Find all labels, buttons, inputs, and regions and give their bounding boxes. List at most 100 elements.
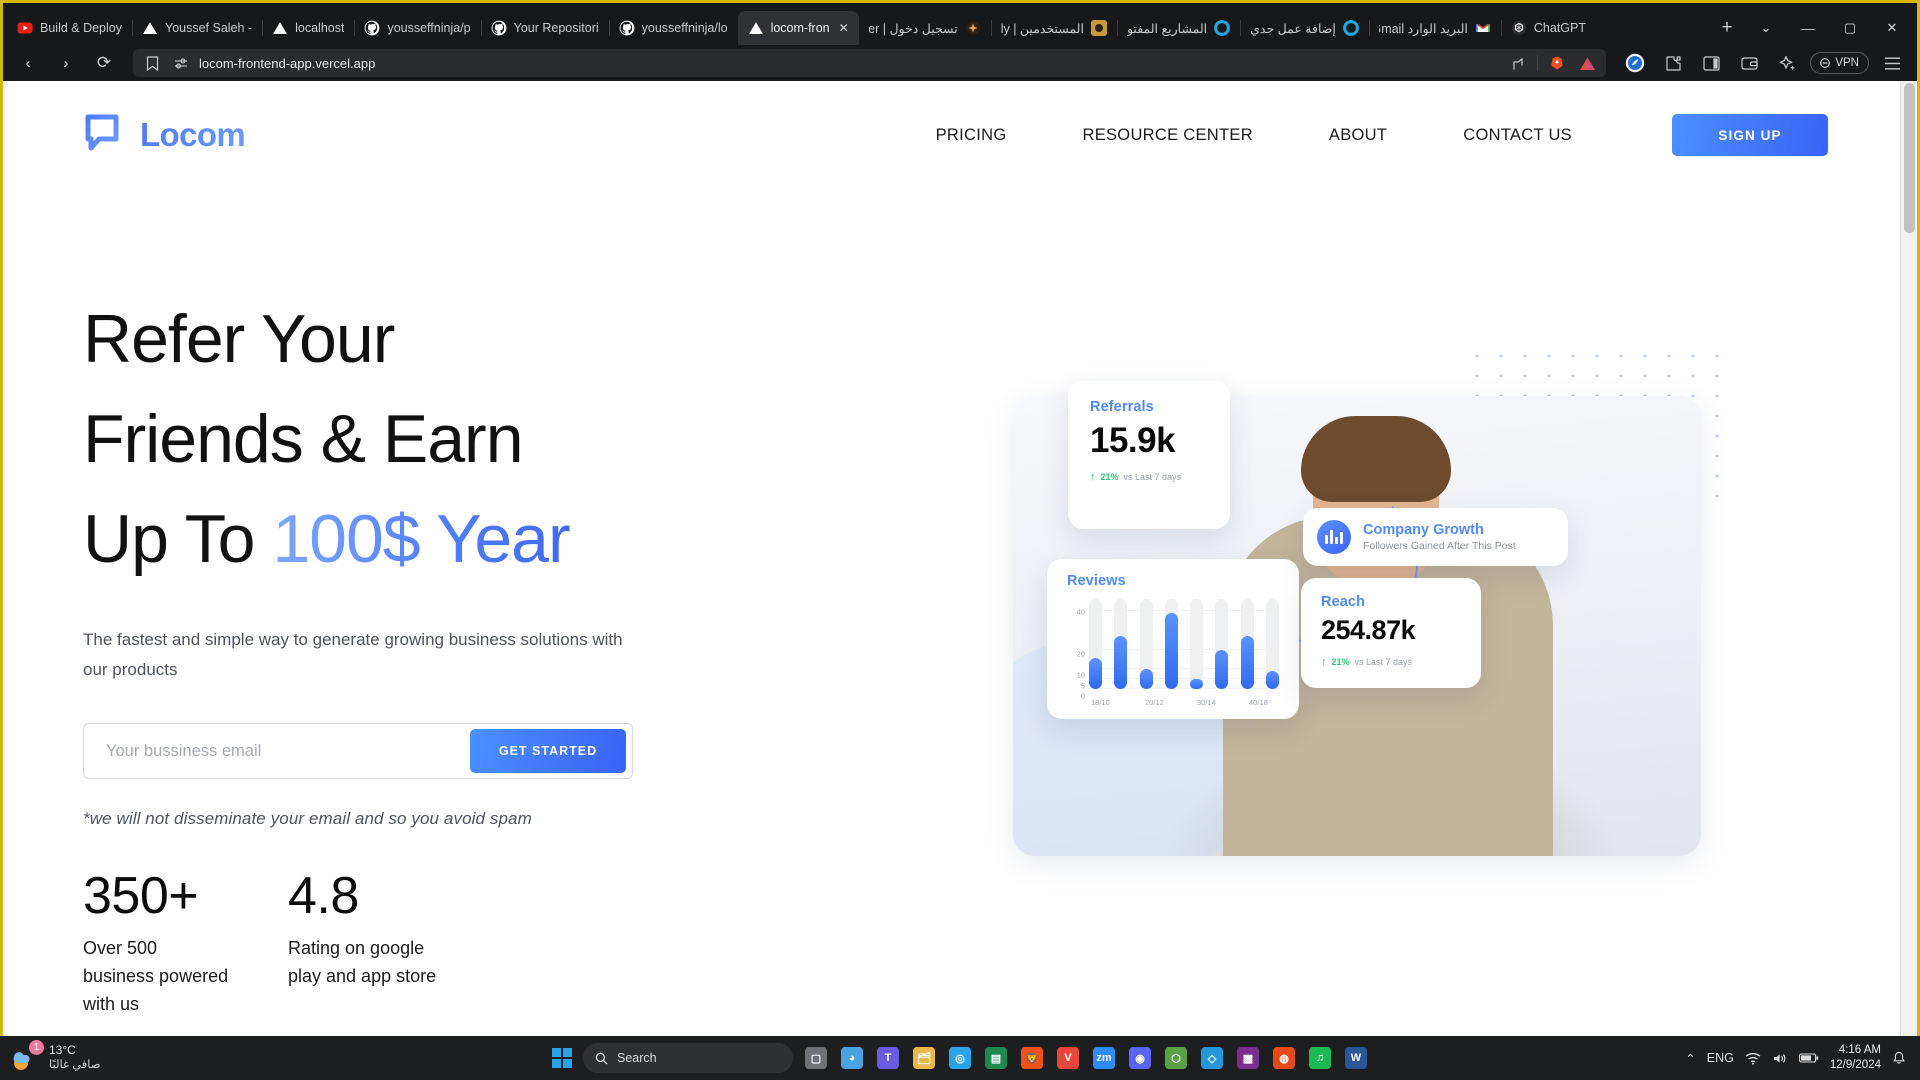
weather-condition: صافي غالبًا	[49, 1059, 101, 1071]
browser-tab[interactable]: البريد الوارد Gmail	[1368, 11, 1501, 45]
obs-icon[interactable]: ▩	[1231, 1041, 1265, 1075]
browser-tab[interactable]: Build & Deploy	[7, 11, 132, 45]
browser-tab[interactable]: Your Repositori	[480, 11, 609, 45]
teams-icon[interactable]: T	[871, 1041, 905, 1075]
close-tab-button[interactable]: ✕	[839, 21, 849, 35]
minimize-button[interactable]: —	[1787, 11, 1829, 45]
edge-copilot-icon[interactable]: ◕	[835, 1041, 869, 1075]
vercel-extension-icon[interactable]	[1576, 49, 1598, 77]
sign-up-button[interactable]: SIGN UP	[1672, 114, 1828, 156]
tab-title: المشاريع المفتو	[1126, 21, 1208, 36]
browser-toolbar: ‹ › ⟳ locom-frontend-app.vercel.app VPN	[3, 45, 1917, 81]
browser-tab[interactable]: ChatGPT	[1500, 11, 1596, 45]
discord-icon[interactable]: ◉	[1123, 1041, 1157, 1075]
chart-y-tick: 0	[1080, 691, 1085, 701]
email-field[interactable]	[84, 729, 470, 773]
figma-icon[interactable]: ◍	[1267, 1041, 1301, 1075]
vivaldi-icon-glyph: V	[1057, 1047, 1079, 1069]
mostaql-icon	[1342, 20, 1359, 36]
puzzle-icon[interactable]	[1658, 49, 1688, 77]
vivaldi-icon[interactable]: V	[1051, 1041, 1085, 1075]
bell-icon[interactable]	[1892, 1051, 1906, 1065]
file-explorer-icon[interactable]: 🗂	[907, 1041, 941, 1075]
hero-subtitle: The fastest and simple way to generate g…	[83, 630, 623, 679]
sidebar-icon[interactable]	[1696, 49, 1726, 77]
search-input[interactable]: Search	[583, 1043, 793, 1073]
nav-item-contact-us[interactable]: CONTACT US	[1425, 126, 1610, 145]
language-indicator[interactable]: ENG	[1707, 1051, 1734, 1065]
word-icon[interactable]: W	[1339, 1041, 1373, 1075]
minimize-icon: —	[1801, 20, 1815, 36]
zoom-icon[interactable]: zm	[1087, 1041, 1121, 1075]
leo-sparkle-icon[interactable]	[1772, 49, 1802, 77]
excel-icon[interactable]: ▤	[979, 1041, 1013, 1075]
maximize-icon: ▢	[1843, 20, 1857, 35]
node-icon[interactable]: ⬡	[1159, 1041, 1193, 1075]
window-controls: ⌄ — ▢ ✕	[1745, 11, 1913, 45]
github-icon	[491, 20, 507, 36]
chart-y-tick: 40	[1076, 607, 1085, 617]
browser-tab[interactable]: إضافة عمل جدي	[1240, 11, 1369, 45]
browser-tab[interactable]: المستخدمين | ly	[990, 11, 1117, 45]
referrals-value: 15.9k	[1090, 421, 1176, 460]
windows-start-button[interactable]	[547, 1043, 577, 1073]
brave-icon[interactable]: 🦁	[1015, 1041, 1049, 1075]
site-settings-icon[interactable]	[171, 49, 191, 77]
chart-bar-fill	[1089, 657, 1102, 689]
vpn-button[interactable]: VPN	[1810, 52, 1869, 74]
volume-icon[interactable]	[1772, 1052, 1788, 1065]
tab-list-button[interactable]: ⌄	[1745, 11, 1787, 45]
vertical-scrollbar[interactable]: ▲ ▼	[1900, 81, 1917, 1060]
browser-tab[interactable]: yousseffninja/lo	[608, 11, 738, 45]
browser-tab[interactable]: yousseffninja/p	[354, 11, 480, 45]
chart-bar	[1190, 599, 1204, 689]
nav-item-about[interactable]: ABOUT	[1291, 126, 1425, 145]
weather-widget[interactable]: 1 13°C صافي غالبًا	[10, 1040, 101, 1073]
chart-bar	[1215, 599, 1229, 689]
clock[interactable]: 4:16 AM 12/9/2024	[1830, 1043, 1881, 1073]
close-window-button[interactable]: ✕	[1871, 11, 1913, 45]
forward-button[interactable]: ›	[51, 49, 81, 77]
edge-icon[interactable]: ◎	[943, 1041, 977, 1075]
company-growth-title: Company Growth	[1363, 522, 1484, 538]
site-logo[interactable]: Locom	[83, 111, 246, 160]
maximize-button[interactable]: ▢	[1829, 11, 1871, 45]
hamburger-icon[interactable]	[1877, 49, 1907, 77]
browser-tab[interactable]: locom-fron ✕	[737, 11, 859, 45]
obs-icon-glyph: ▩	[1237, 1047, 1259, 1069]
wifi-icon[interactable]	[1745, 1052, 1761, 1065]
company-growth-card: Company Growth Followers Gained After Th…	[1303, 508, 1568, 566]
gmail-icon	[1475, 20, 1491, 36]
address-bar[interactable]: locom-frontend-app.vercel.app	[133, 49, 1607, 77]
vscode-icon[interactable]: ◇	[1195, 1041, 1229, 1075]
tray-chevron-icon[interactable]: ⌃	[1685, 1051, 1695, 1066]
browser-tab[interactable]: localhost	[262, 11, 354, 45]
get-started-button[interactable]: GET STARTED	[470, 729, 626, 773]
spotify-icon[interactable]: ♫	[1303, 1041, 1337, 1075]
chart-x-tick: 20/12	[1145, 698, 1164, 707]
tab-title: locom-fron	[770, 21, 830, 35]
back-button[interactable]: ‹	[13, 49, 43, 77]
share-icon[interactable]	[1507, 49, 1529, 77]
battery-icon[interactable]	[1798, 1052, 1819, 1064]
browser-tab[interactable]: تسجيل دخول | er	[859, 11, 991, 45]
browser-tab[interactable]: المشاريع المفتو	[1116, 11, 1240, 45]
reload-button[interactable]: ⟳	[89, 49, 119, 77]
tab-title: البريد الوارد Gmail	[1379, 21, 1468, 36]
nav-item-resource-center[interactable]: RESOURCE CENTER	[1044, 126, 1290, 145]
vertical-scroll-thumb[interactable]	[1904, 83, 1915, 233]
bar-chart-icon	[1317, 520, 1351, 554]
chart-bar	[1139, 599, 1153, 689]
browser-tab[interactable]: Youssef Saleh -	[132, 11, 262, 45]
tab-strip: Build & Deploy Youssef Saleh - localhost yo…	[3, 3, 1917, 45]
wallet-icon[interactable]	[1734, 49, 1764, 77]
url-text: locom-frontend-app.vercel.app	[199, 55, 376, 71]
brave-lion-icon[interactable]	[1546, 49, 1568, 77]
profile-icon[interactable]	[1620, 49, 1650, 77]
task-view-icon[interactable]: ▢	[799, 1041, 833, 1075]
bookmark-icon[interactable]	[141, 49, 163, 77]
edge-copilot-icon-glyph: ◕	[841, 1047, 863, 1069]
tab-title: yousseffninja/lo	[641, 21, 728, 35]
new-tab-button[interactable]: +	[1713, 13, 1741, 43]
nav-item-pricing[interactable]: PRICING	[898, 126, 1045, 145]
